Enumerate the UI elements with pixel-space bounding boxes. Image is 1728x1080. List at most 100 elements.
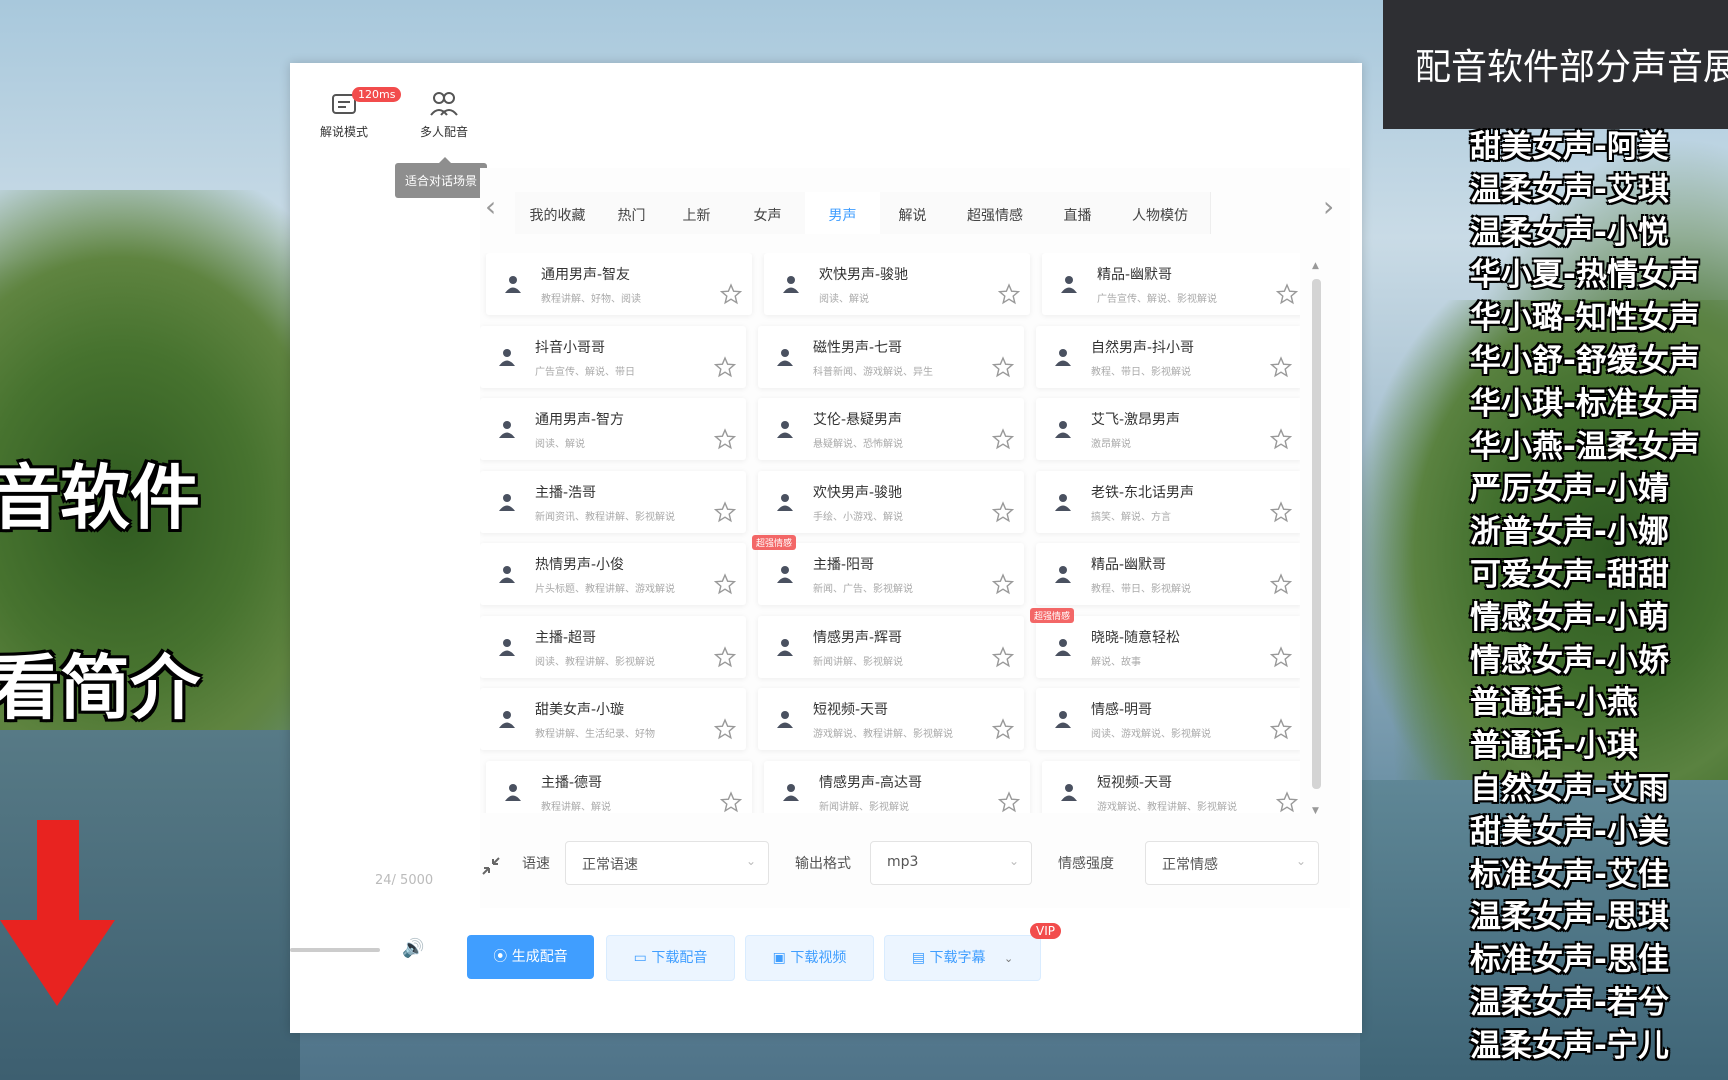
favorite-star-icon[interactable] [991,718,1015,740]
tab-5[interactable]: 解说 [880,192,946,234]
voice-card[interactable]: 晓晓-随意轻松 解说、故事 超强情感 [1030,607,1300,678]
promo-badge: 超强情感 [752,535,797,550]
favorite-star-icon[interactable] [991,428,1015,450]
voice-card[interactable]: 欢快男声-骏驰 阅读、解说 [764,253,1030,315]
favorite-star-icon[interactable] [713,573,737,595]
collapse-icon[interactable] [480,855,502,877]
emotion-label: 情感强度 [1058,856,1114,872]
voice-card[interactable]: 通用男声-智友 教程讲解、好物、阅读 [486,253,752,315]
favorite-star-icon[interactable] [1275,790,1299,813]
voice-card[interactable]: 主播-德哥 教程讲解、解说 [486,760,752,813]
favorite-star-icon[interactable] [1269,500,1293,523]
voice-card[interactable]: 甜美女声-小璇 教程讲解、生活纪录、好物 [480,688,746,750]
favorite-star-icon[interactable] [713,500,737,523]
favorite-star-icon[interactable] [713,645,737,668]
voice-card[interactable]: 抖音小哥哥 广告宣传、解说、带日 [480,325,746,388]
voice-card[interactable]: 艾伦-悬疑男声 悬疑解说、恐怖解说 [758,398,1024,460]
voice-card[interactable]: 主播-阳哥 新闻、广告、影视解说 超强情感 [752,535,1024,605]
voice-card[interactable]: 精品-幽默哥 广告宣传、解说、影视解说 [1042,253,1300,315]
favorite-star-icon[interactable] [719,283,743,305]
voice-card[interactable]: 老铁-东北话男声 搞笑、解说、方言 [1036,470,1300,533]
chevron-down-icon[interactable]: ⌄ [1004,952,1013,965]
voice-card[interactable]: 热情男声-小俊 片头标题、教程讲解、游戏解说 [480,543,746,605]
favorite-star-icon[interactable] [1269,645,1293,668]
voice-name: 短视频-天哥 [1097,774,1173,791]
voice-card[interactable]: 情感男声-高达哥 新闻讲解、影视解说 [764,760,1030,813]
tabs-next-icon[interactable]: › [1323,190,1334,223]
emotion-select[interactable]: 正常情感 ⌄ [1145,841,1319,885]
download-subtitle-button[interactable]: ▤ 下载字幕 ⌄ [884,935,1041,981]
voice-card[interactable]: 自然男声-抖小哥 教程、带日、影视解说 [1036,325,1300,388]
avatar-icon [776,565,794,583]
tab-1[interactable]: 热门 [600,192,664,234]
voice-tags: 悬疑解说、恐怖解说 [813,439,903,450]
avatar-icon [504,783,522,801]
voice-card[interactable]: 情感-明哥 阅读、游戏解说、影视解说 [1036,688,1300,750]
favorite-star-icon[interactable] [991,500,1015,523]
voice-tags: 阅读、教程讲解、影视解说 [535,656,655,668]
download-video-button[interactable]: ▣ 下载视频 [745,935,874,981]
voice-card[interactable]: 情感男声-辉哥 新闻讲解、影视解说 [758,615,1024,678]
tabs-prev-icon[interactable]: ‹ [485,190,496,223]
favorite-star-icon[interactable] [1269,573,1293,595]
favorite-star-icon[interactable] [1269,355,1293,378]
tab-6[interactable]: 超强情感 [945,192,1046,234]
favorite-star-icon[interactable] [713,428,737,450]
tab-4[interactable]: 男声 [805,192,881,234]
format-select[interactable]: mp3 ⌄ [870,841,1032,885]
tab-8[interactable]: 人物模仿 [1110,192,1211,234]
favorite-star-icon[interactable] [1269,718,1293,740]
favorite-star-icon[interactable] [991,355,1015,378]
character-counter: 24/ 5000 [375,873,434,888]
voice-card[interactable]: 短视频-天哥 游戏解说、教程讲解、影视解说 [1042,760,1300,813]
voice-grid-scrollbar[interactable]: ▲ ▼ [1310,261,1322,821]
avatar-icon [776,493,794,511]
voice-category-tabs: ‹ 我的收藏 热门 上新 女声 男声 解说 超强情感 直播 人物模仿 › [475,178,1345,236]
voice-name: 自然男声-抖小哥 [1091,339,1195,356]
voice-list-item: 华小舒-舒缓女声 [1470,342,1700,379]
voice-card[interactable]: 主播-超哥阅读、教程讲解、影视解说 [480,615,746,678]
avatar-icon [1054,420,1072,438]
favorite-star-icon[interactable] [719,790,743,813]
favorite-star-icon[interactable] [713,718,737,740]
voice-name: 通用男声-智友 [541,267,631,283]
scroll-thumb[interactable] [1312,279,1321,789]
generate-button[interactable]: ⦿ 生成配音 [467,935,594,979]
favorite-star-icon[interactable] [991,645,1015,668]
voice-tags: 阅读、解说 [535,439,585,450]
favorite-star-icon[interactable] [991,573,1015,595]
narration-mode-button[interactable]: 解说模式 120ms [302,87,402,140]
download-audio-button[interactable]: ▭ 下载配音 [606,935,735,981]
multi-dubbing-button[interactable]: 多人配音 [402,89,486,140]
multi-user-icon [430,92,458,116]
avatar-icon [498,493,516,511]
voice-card[interactable]: 磁性男声-七哥 科普新闻、游戏解说、异生 [758,325,1024,388]
voice-name: 热情男声-小俊 [535,557,625,573]
favorite-star-icon[interactable] [997,790,1021,813]
scroll-up-icon[interactable]: ▲ [1312,261,1319,271]
format-label: 输出格式 [795,856,851,872]
voice-card[interactable]: 欢快男声-骏驰 手绘、小游戏、解说 [758,470,1024,533]
scroll-down-icon[interactable]: ▼ [1312,806,1319,816]
voice-name: 主播-超哥 [535,629,597,646]
audio-progress-bar[interactable] [290,948,380,952]
avatar-icon [498,710,516,728]
speed-select[interactable]: 正常语速 ⌄ [565,841,769,885]
volume-icon[interactable]: 🔊 [402,938,424,959]
voice-card[interactable]: 主播-浩哥 新闻资讯、教程讲解、影视解说 [480,470,746,533]
voice-card[interactable]: 艾飞-激昂男声 激昂解说 [1036,398,1300,460]
favorite-star-icon[interactable] [1275,283,1299,305]
tab-0[interactable]: 我的收藏 [515,192,601,234]
favorite-star-icon[interactable] [713,355,737,378]
voice-card[interactable]: 通用男声-智方 阅读、解说 [480,398,746,460]
dubbing-app-window: 解说模式 120ms 多人配音 适合对话场景 ‹ 我的收藏 热门 上新 女声 男声 解说超… [290,63,1362,1033]
voice-card[interactable]: 精品-幽默哥 教程、带日、影视解说 [1036,543,1300,605]
tab-2[interactable]: 上新 [663,192,731,234]
favorite-star-icon[interactable] [997,283,1021,305]
tab-7[interactable]: 直播 [1045,192,1111,234]
voice-card[interactable]: 短视频-天哥 游戏解说、教程讲解、影视解说 [758,688,1024,750]
avatar-icon [776,348,794,366]
voice-list-item: 标准女声-思佳 [1470,942,1669,979]
favorite-star-icon[interactable] [1269,428,1293,450]
tab-3[interactable]: 女声 [730,192,806,234]
